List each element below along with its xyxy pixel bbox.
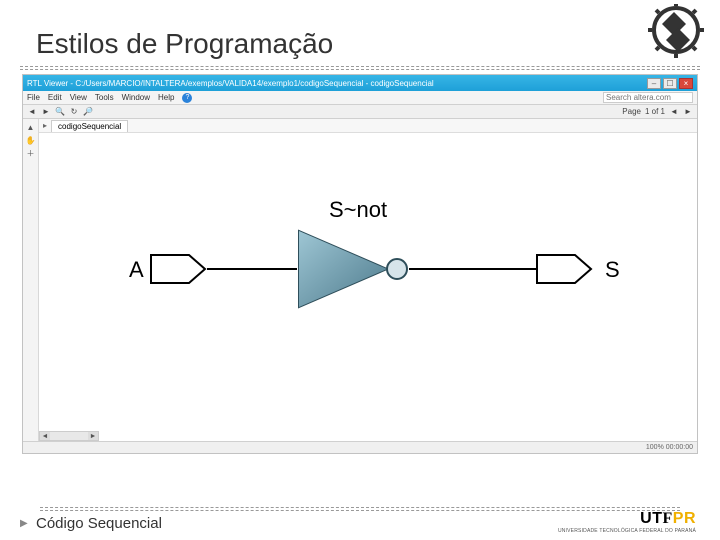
menu-edit[interactable]: Edit xyxy=(48,93,62,102)
tree-toggle-icon[interactable]: ▸ xyxy=(43,121,47,130)
maximize-button[interactable]: ☐ xyxy=(663,78,677,89)
rtl-diagram: S~not A xyxy=(39,179,697,379)
menu-file[interactable]: File xyxy=(27,93,40,102)
back-icon[interactable]: ◄ xyxy=(27,107,37,117)
zoom-tool-icon[interactable]: ＋ xyxy=(26,148,36,158)
input-port-icon xyxy=(149,253,209,285)
document-tab[interactable]: codigoSequencial xyxy=(51,120,128,132)
prev-page-icon[interactable]: ◄ xyxy=(669,107,679,117)
pointer-icon[interactable]: ▲ xyxy=(26,122,36,132)
signal-label-snot: S~not xyxy=(329,197,387,223)
toolbar: ◄ ► 🔍 ↻ 🔎 Page 1 of 1 ◄ ► xyxy=(23,105,697,119)
minimize-button[interactable]: – xyxy=(647,78,661,89)
page-value: 1 of 1 xyxy=(645,107,665,116)
wire-a-to-not xyxy=(207,268,297,270)
output-label-s: S xyxy=(605,257,620,283)
wire-not-to-s xyxy=(409,268,537,270)
hand-icon[interactable]: ✋ xyxy=(26,135,36,145)
scroll-right-icon[interactable]: ► xyxy=(88,432,98,440)
help-icon[interactable]: ? xyxy=(182,93,192,103)
refresh-icon[interactable]: ↻ xyxy=(69,107,79,117)
menu-help[interactable]: Help xyxy=(158,93,174,102)
not-gate-icon xyxy=(293,225,413,315)
tool-sidebar: ▲ ✋ ＋ xyxy=(23,119,39,441)
search-input[interactable] xyxy=(603,92,693,103)
scroll-left-icon[interactable]: ◄ xyxy=(40,432,50,440)
divider xyxy=(20,69,700,70)
output-port-icon xyxy=(535,253,595,285)
divider xyxy=(40,507,680,508)
menu-bar: File Edit View Tools Window Help ? xyxy=(23,91,697,105)
horizontal-scrollbar[interactable]: ◄ ► xyxy=(39,431,99,441)
schematic-canvas[interactable]: ▸ codigoSequencial S~not A xyxy=(39,119,697,441)
slide-title: Estilos de Programação xyxy=(0,0,720,66)
utfpr-logo: UTFPR UNIVERSIDADE TECNOLÓGICA FEDERAL D… xyxy=(558,510,696,534)
rtl-viewer-window: RTL Viewer - C:/Users/MARCIO/INTALTERA/e… xyxy=(22,74,698,454)
next-page-icon[interactable]: ► xyxy=(683,107,693,117)
divider xyxy=(20,66,700,67)
find-icon[interactable]: 🔎 xyxy=(83,107,93,117)
zoom-icon[interactable]: 🔍 xyxy=(55,107,65,117)
window-title: RTL Viewer - C:/Users/MARCIO/INTALTERA/e… xyxy=(27,79,647,88)
menu-view[interactable]: View xyxy=(70,93,87,102)
page-label: Page xyxy=(622,107,641,116)
menu-window[interactable]: Window xyxy=(122,93,150,102)
institution-logo xyxy=(644,4,708,65)
status-bar: 100% 00:00:00 xyxy=(23,441,697,453)
utfpr-subtitle: UNIVERSIDADE TECNOLÓGICA FEDERAL DO PARA… xyxy=(558,528,696,534)
status-right: 100% 00:00:00 xyxy=(646,444,693,451)
forward-icon[interactable]: ► xyxy=(41,107,51,117)
document-tab-bar: ▸ codigoSequencial xyxy=(39,119,697,133)
window-titlebar: RTL Viewer - C:/Users/MARCIO/INTALTERA/e… xyxy=(23,75,697,91)
close-button[interactable]: × xyxy=(679,78,693,89)
input-label-a: A xyxy=(129,257,144,283)
menu-tools[interactable]: Tools xyxy=(95,93,114,102)
